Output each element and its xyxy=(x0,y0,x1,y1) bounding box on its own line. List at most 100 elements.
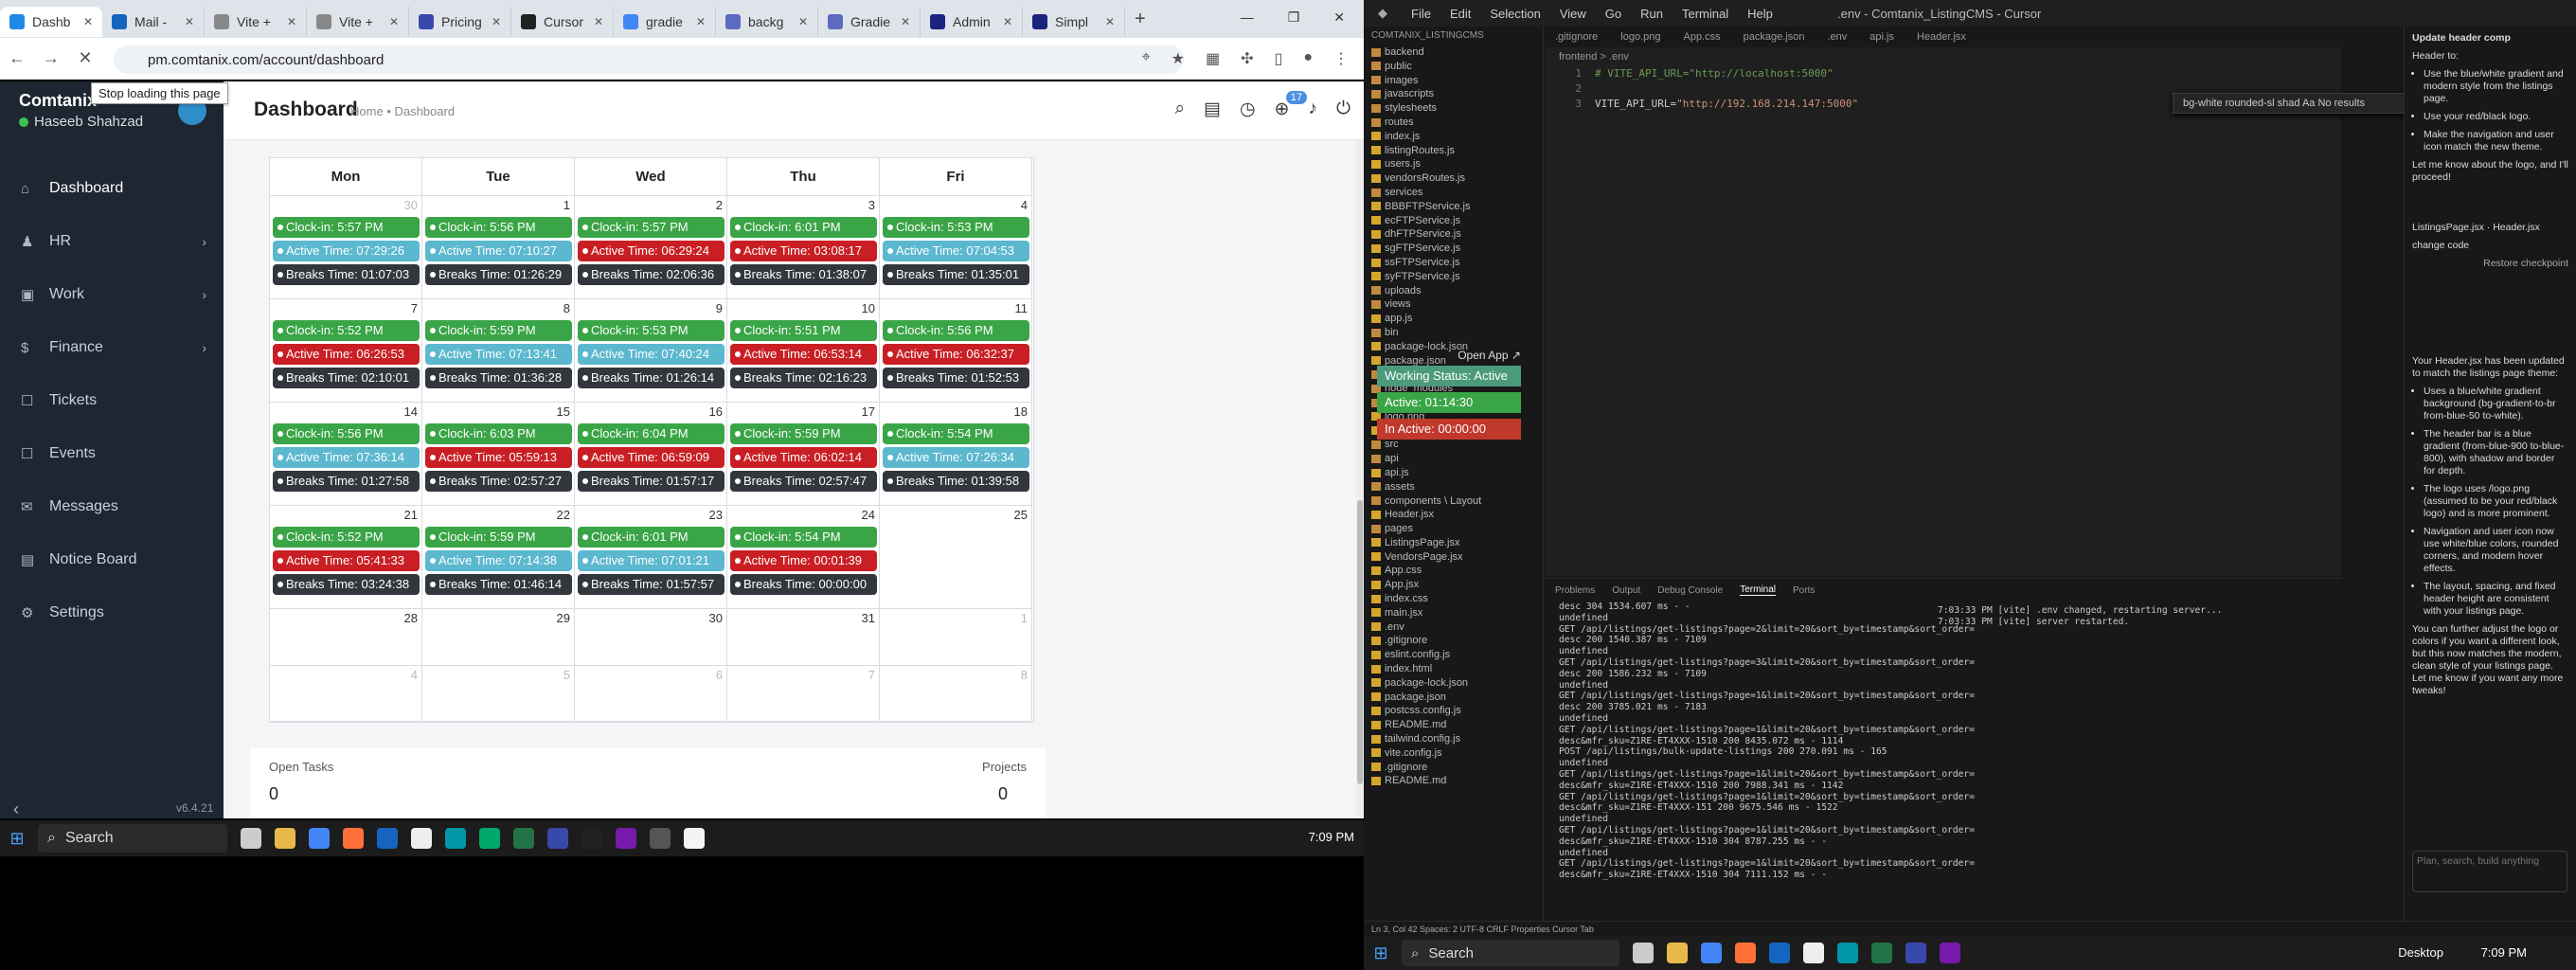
file-tree-item[interactable]: VendorsPage.jsx xyxy=(1371,550,1481,565)
calendar-day-cell[interactable]: 11 Clock-in: 5:56 PM Active Time: 06:32:37… xyxy=(880,299,1032,403)
tab-close-icon[interactable]: ✕ xyxy=(696,15,706,28)
app-icon[interactable] xyxy=(1837,943,1858,963)
attendance-event[interactable]: Clock-in: 5:56 PM xyxy=(883,320,1029,341)
panel-tab-output[interactable]: Output xyxy=(1612,585,1640,596)
attendance-event[interactable]: Breaks Time: 02:16:23 xyxy=(730,368,877,388)
desktop-label[interactable]: Desktop xyxy=(2398,945,2443,960)
browser-tab[interactable]: Simpl ✕ xyxy=(1023,7,1125,37)
back-icon[interactable]: ← xyxy=(0,48,34,68)
minimize-icon[interactable]: — xyxy=(1241,9,1254,26)
excel-icon[interactable] xyxy=(1871,943,1892,963)
attendance-event[interactable]: Clock-in: 6:03 PM xyxy=(425,423,572,444)
attendance-event[interactable]: Active Time: 06:59:09 xyxy=(578,447,724,468)
extension-icon[interactable]: ▦ xyxy=(1206,49,1220,68)
calendar-day-cell[interactable]: 24 Clock-in: 5:54 PM Active Time: 00:01:39… xyxy=(727,506,880,609)
file-tree-item[interactable]: routes xyxy=(1371,116,1481,130)
editor-tab[interactable]: logo.png xyxy=(1620,31,1660,43)
attendance-event[interactable]: Clock-in: 5:59 PM xyxy=(425,527,572,548)
editor-tab[interactable]: Header.jsx xyxy=(1917,31,1966,43)
attendance-event[interactable]: Active Time: 05:59:13 xyxy=(425,447,572,468)
file-tree-item[interactable]: ListingsPage.jsx xyxy=(1371,536,1481,550)
attendance-event[interactable]: Clock-in: 5:52 PM xyxy=(273,320,420,341)
file-tree-item[interactable]: index.js xyxy=(1371,130,1481,144)
file-tree-item[interactable]: README.md xyxy=(1371,774,1481,788)
attendance-event[interactable]: Active Time: 06:29:24 xyxy=(578,241,724,261)
menu-file[interactable]: File xyxy=(1402,7,1440,21)
file-tree-item[interactable]: backend xyxy=(1371,45,1481,60)
attendance-event[interactable]: Breaks Time: 01:35:01 xyxy=(883,264,1029,285)
terminal-output[interactable]: desc 304 1534.607 ms - - undefined GET /ap… xyxy=(1546,602,2341,881)
attendance-event[interactable]: Clock-in: 5:59 PM xyxy=(730,423,877,444)
attendance-event[interactable]: Breaks Time: 01:26:29 xyxy=(425,264,572,285)
sidebar-item-dashboard[interactable]: ⌂ Dashboard xyxy=(0,169,224,208)
calendar-day-cell[interactable]: 15 Clock-in: 6:03 PM Active Time: 05:59:13… xyxy=(422,403,575,506)
editor-tab[interactable]: package.json xyxy=(1744,31,1805,43)
file-tree-item[interactable]: components \ Layout xyxy=(1371,494,1481,509)
attendance-event[interactable]: Clock-in: 5:56 PM xyxy=(273,423,420,444)
browser-tab[interactable]: Vite + ✕ xyxy=(205,7,307,37)
file-tree-item[interactable]: services xyxy=(1371,186,1481,200)
onenote-icon[interactable] xyxy=(616,828,636,849)
file-tree-item[interactable]: images xyxy=(1371,74,1481,88)
file-tree-item[interactable]: App.css xyxy=(1371,564,1481,578)
panel-tab-debug-console[interactable]: Debug Console xyxy=(1657,585,1723,596)
sidebar-item-tickets[interactable]: ☐ Tickets xyxy=(0,381,224,421)
bell-icon[interactable]: ♪ xyxy=(1308,99,1317,120)
tab-close-icon[interactable]: ✕ xyxy=(798,15,808,28)
forward-icon[interactable]: → xyxy=(34,48,68,68)
excel-icon[interactable] xyxy=(513,828,534,849)
puzzle-icon[interactable]: ✣ xyxy=(1241,49,1253,68)
file-tree-item[interactable]: views xyxy=(1371,297,1481,312)
stop-loading-icon[interactable]: ✕ xyxy=(68,48,102,68)
file-tree-item[interactable]: ecFTPService.js xyxy=(1371,214,1481,228)
attendance-event[interactable]: Active Time: 06:53:14 xyxy=(730,344,877,365)
tab-close-icon[interactable]: ✕ xyxy=(287,15,296,28)
menu-terminal[interactable]: Terminal xyxy=(1673,7,1738,21)
file-tree-item[interactable]: bin xyxy=(1371,326,1481,340)
calendar-day-cell[interactable]: 7 xyxy=(727,666,880,723)
file-tree-item[interactable]: .gitignore xyxy=(1371,761,1481,775)
onenote-icon[interactable] xyxy=(1940,943,1960,963)
menu-go[interactable]: Go xyxy=(1596,7,1631,21)
attendance-event[interactable]: Clock-in: 6:04 PM xyxy=(578,423,724,444)
file-tree-item[interactable]: syFTPService.js xyxy=(1371,270,1481,284)
file-explorer-icon[interactable] xyxy=(1667,943,1688,963)
attendance-event[interactable]: Breaks Time: 01:39:58 xyxy=(883,471,1029,492)
sidebar-item-work[interactable]: ▣ Work › xyxy=(0,275,224,314)
file-tree-item[interactable]: listingRoutes.js xyxy=(1371,144,1481,158)
calendar-day-cell[interactable]: 18 Clock-in: 5:54 PM Active Time: 07:26:34… xyxy=(880,403,1032,506)
attendance-event[interactable]: Active Time: 00:01:39 xyxy=(730,550,877,571)
browser-tab[interactable]: Cursor ✕ xyxy=(511,7,614,37)
file-tree-item[interactable]: App.jsx xyxy=(1371,578,1481,592)
calendar-day-cell[interactable]: 16 Clock-in: 6:04 PM Active Time: 06:59:09… xyxy=(575,403,727,506)
search-icon[interactable]: ⌕ xyxy=(1174,99,1185,120)
file-tree-item[interactable]: BBBFTPService.js xyxy=(1371,200,1481,214)
app-icon[interactable] xyxy=(684,828,705,849)
new-tab-icon[interactable]: + xyxy=(1135,9,1146,30)
calendar-day-cell[interactable]: 8 Clock-in: 5:59 PM Active Time: 07:13:41 B… xyxy=(422,299,575,403)
file-tree-item[interactable]: pages xyxy=(1371,522,1481,536)
sidebar-item-notice-board[interactable]: ▤ Notice Board xyxy=(0,540,224,580)
file-tree-item[interactable]: .gitignore xyxy=(1371,634,1481,648)
attendance-event[interactable]: Active Time: 07:40:24 xyxy=(578,344,724,365)
firefox-icon[interactable] xyxy=(343,828,364,849)
calendar-day-cell[interactable]: 25 xyxy=(880,506,1032,609)
file-chip[interactable]: ListingsPage.jsx xyxy=(2412,222,2484,233)
attendance-event[interactable]: Clock-in: 5:51 PM xyxy=(730,320,877,341)
attendance-event[interactable]: Active Time: 07:10:27 xyxy=(425,241,572,261)
browser-tab[interactable]: Admin ✕ xyxy=(921,7,1023,37)
attendance-event[interactable]: Clock-in: 5:59 PM xyxy=(425,320,572,341)
tab-close-icon[interactable]: ✕ xyxy=(901,15,910,28)
attendance-event[interactable]: Breaks Time: 00:00:00 xyxy=(730,574,877,595)
bookmark-star-icon[interactable]: ★ xyxy=(1172,49,1185,68)
calendar-day-cell[interactable]: 3 Clock-in: 6:01 PM Active Time: 03:08:17 B… xyxy=(727,196,880,299)
calendar-day-cell[interactable]: 7 Clock-in: 5:52 PM Active Time: 06:26:53 B… xyxy=(270,299,422,403)
file-tree-item[interactable]: vite.config.js xyxy=(1371,746,1481,761)
file-tree-item[interactable]: main.jsx xyxy=(1371,606,1481,620)
panel-tab-problems[interactable]: Problems xyxy=(1555,585,1595,596)
file-tree-item[interactable]: eslint.config.js xyxy=(1371,648,1481,662)
file-tree-item[interactable]: tailwind.config.js xyxy=(1371,732,1481,746)
chrome-icon[interactable] xyxy=(1701,943,1722,963)
browser-tab[interactable]: Mail - ✕ xyxy=(102,7,205,37)
windows-start-icon[interactable]: ⊞ xyxy=(1364,943,1398,963)
